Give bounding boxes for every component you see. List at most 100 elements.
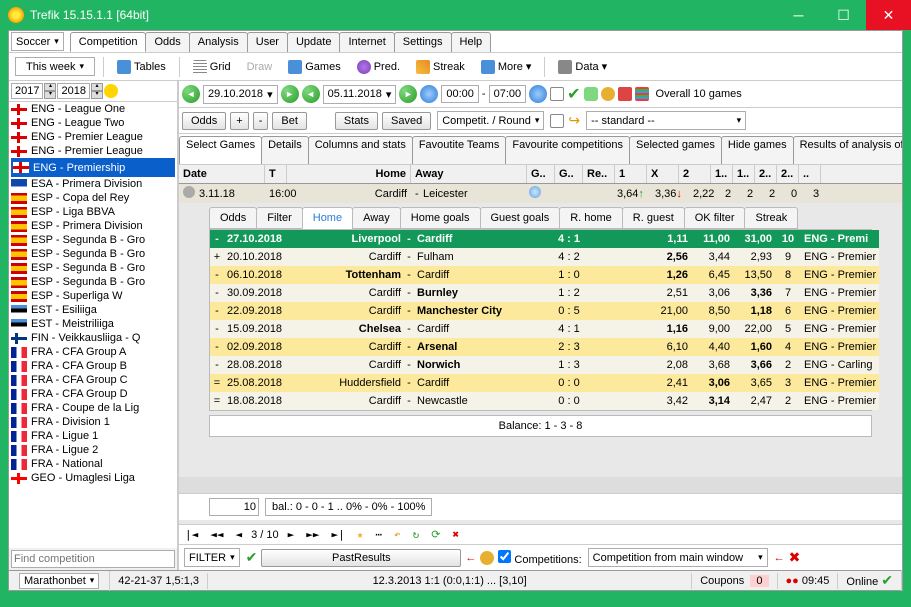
- inner-tab[interactable]: Odds: [209, 207, 257, 229]
- league-item[interactable]: FRA - CFA Group B: [9, 359, 177, 373]
- tables-button[interactable]: Tables: [110, 57, 173, 77]
- more-button[interactable]: More▾: [474, 57, 539, 77]
- check-icon[interactable]: ✔: [567, 84, 580, 104]
- subtab[interactable]: Favoutite Teams: [412, 136, 507, 164]
- subtab[interactable]: Selected games: [629, 136, 722, 164]
- league-item[interactable]: ENG - Premiership: [11, 158, 175, 177]
- league-item[interactable]: ENG - League Two: [9, 116, 177, 130]
- round-select[interactable]: Competit. / Round▾: [437, 111, 544, 130]
- league-item[interactable]: FRA - Ligue 1: [9, 429, 177, 443]
- plus-button[interactable]: +: [230, 112, 248, 130]
- export-icon[interactable]: ↪: [568, 112, 580, 129]
- league-item[interactable]: FRA - Coupe de la Lig: [9, 401, 177, 415]
- prev-to-button[interactable]: ◄: [302, 85, 320, 103]
- match-row[interactable]: -30.09.2018Cardiff-Burnley1 : 22,513,063…: [210, 284, 879, 302]
- inner-tab[interactable]: Streak: [744, 207, 798, 229]
- league-item[interactable]: ESP - Segunda B - Gro: [9, 247, 177, 261]
- arrow-left-icon[interactable]: ←: [465, 552, 476, 564]
- match-row[interactable]: =25.08.2018Huddersfield-Cardiff0 : 02,41…: [210, 374, 879, 392]
- balance-input[interactable]: [209, 498, 259, 516]
- league-item[interactable]: EST - Esiliiga: [9, 303, 177, 317]
- year-to-spinner[interactable]: ▴▾: [91, 83, 103, 99]
- fwd-button[interactable]: ►: [285, 528, 298, 541]
- stop-button[interactable]: ✖: [450, 528, 463, 541]
- odds-button[interactable]: Odds: [182, 112, 226, 130]
- league-item[interactable]: ENG - League One: [9, 102, 177, 116]
- inner-tab[interactable]: R. home: [559, 207, 623, 229]
- minus-button[interactable]: -: [253, 112, 269, 130]
- match-row[interactable]: +20.10.2018Cardiff-Fulham4 : 22,563,442,…: [210, 248, 879, 266]
- data-button[interactable]: Data▾: [551, 57, 614, 77]
- competitions-check[interactable]: Competitions:: [498, 550, 581, 566]
- minimize-button[interactable]: ─: [776, 0, 821, 30]
- time-to[interactable]: 07:00: [489, 85, 527, 103]
- streak-button[interactable]: Streak: [409, 57, 472, 77]
- year-to[interactable]: 2018: [57, 83, 89, 99]
- bet-button[interactable]: Bet: [272, 112, 307, 130]
- arrow-left2-icon[interactable]: ←: [774, 552, 785, 564]
- globe-icon[interactable]: [420, 85, 438, 103]
- match-row[interactable]: -22.09.2018Cardiff-Manchester City0 : 52…: [210, 302, 879, 320]
- undo-button[interactable]: ↶: [391, 528, 404, 541]
- league-item[interactable]: FRA - Ligue 2: [9, 443, 177, 457]
- yellow-circle-icon[interactable]: [104, 84, 118, 98]
- menu-tab-competition[interactable]: Competition: [70, 32, 147, 52]
- fastfwd-button[interactable]: ►►: [303, 528, 322, 541]
- league-item[interactable]: ESP - Primera Division: [9, 219, 177, 233]
- match-row[interactable]: -28.08.2018Cardiff-Norwich1 : 32,083,683…: [210, 356, 879, 374]
- competition-select[interactable]: Competition from main window▾: [588, 548, 768, 567]
- page-icon[interactable]: [550, 114, 564, 128]
- back-button[interactable]: ◄: [233, 528, 246, 541]
- inner-tab[interactable]: Guest goals: [480, 207, 561, 229]
- find-competition-input[interactable]: [11, 550, 175, 568]
- maximize-button[interactable]: ☐: [821, 0, 866, 30]
- league-item[interactable]: ESP - Segunda B - Gro: [9, 275, 177, 289]
- first-button[interactable]: |◄: [182, 528, 201, 541]
- league-item[interactable]: FRA - CFA Group D: [9, 387, 177, 401]
- league-item[interactable]: GEO - Umaglesi Liga: [9, 471, 177, 485]
- chart-icon[interactable]: [635, 87, 649, 101]
- inner-tab[interactable]: Filter: [256, 207, 302, 229]
- subtab[interactable]: Columns and stats: [308, 136, 413, 164]
- subtab[interactable]: Details: [261, 136, 309, 164]
- match-row[interactable]: -27.10.2018Liverpool-Cardiff4 : 11,1111,…: [210, 230, 879, 248]
- date-from-input[interactable]: 29.10.2018▾: [203, 85, 278, 104]
- red-x-icon[interactable]: ✖: [789, 549, 801, 566]
- league-item[interactable]: FIN - Veikkausliiga - Q: [9, 331, 177, 345]
- league-item[interactable]: ESP - Segunda B - Gro: [9, 261, 177, 275]
- reload2-button[interactable]: ⟳: [428, 528, 443, 541]
- grid-button[interactable]: Grid: [186, 57, 238, 77]
- league-item[interactable]: EST - Meistriliiga: [9, 317, 177, 331]
- league-item[interactable]: ENG - Premier League: [9, 130, 177, 144]
- year-from-spinner[interactable]: ▴▾: [44, 83, 56, 99]
- inner-tab[interactable]: Home: [302, 207, 353, 229]
- year-from[interactable]: 2017: [11, 83, 43, 99]
- fastback-button[interactable]: ◄◄: [207, 528, 226, 541]
- menu-tab-internet[interactable]: Internet: [339, 32, 394, 52]
- subtab[interactable]: Hide games: [721, 136, 794, 164]
- league-item[interactable]: FRA - Division 1: [9, 415, 177, 429]
- saved-button[interactable]: Saved: [382, 112, 431, 130]
- league-item[interactable]: ESP - Liga BBVA: [9, 205, 177, 219]
- league-list[interactable]: ENG - League OneENG - League TwoENG - Pr…: [9, 102, 177, 548]
- match-row[interactable]: -06.10.2018Tottenham-Cardiff1 : 01,266,4…: [210, 266, 879, 284]
- match-row[interactable]: -02.09.2018Cardiff-Arsenal2 : 36,104,401…: [210, 338, 879, 356]
- coin-icon[interactable]: [601, 87, 615, 101]
- person-icon[interactable]: [480, 551, 494, 565]
- calendar-icon[interactable]: [550, 87, 564, 101]
- menu-tab-help[interactable]: Help: [451, 32, 492, 52]
- menu-tab-user[interactable]: User: [247, 32, 288, 52]
- last-button[interactable]: ►|: [329, 528, 348, 541]
- star-button[interactable]: ★: [354, 528, 367, 541]
- next-range-button[interactable]: ►: [399, 85, 417, 103]
- league-item[interactable]: FRA - CFA Group C: [9, 373, 177, 387]
- date-to-input[interactable]: 05.11.2018▾: [323, 85, 397, 104]
- past-results-button[interactable]: PastResults: [261, 549, 461, 567]
- time-from[interactable]: 00:00: [441, 85, 479, 103]
- subtab[interactable]: Select Games: [179, 136, 262, 164]
- league-item[interactable]: FRA - CFA Group A: [9, 345, 177, 359]
- league-item[interactable]: ENG - Premier League: [9, 144, 177, 158]
- inner-tab[interactable]: Home goals: [400, 207, 481, 229]
- league-item[interactable]: ESA - Primera Division: [9, 177, 177, 191]
- match-row[interactable]: -15.09.2018Chelsea-Cardiff4 : 11,169,002…: [210, 320, 879, 338]
